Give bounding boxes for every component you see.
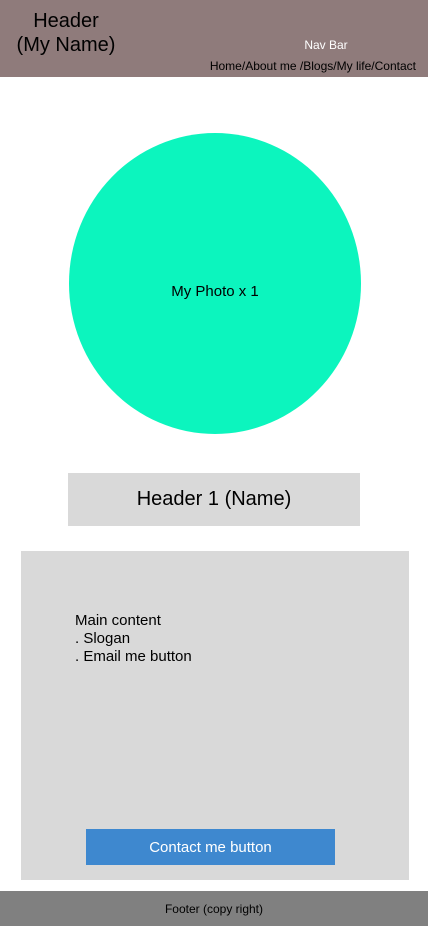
main-content-text: Main content . Slogan . Email me button [75,612,192,666]
profile-photo-label: My Photo x 1 [171,283,259,300]
nav-bar-caption: Nav Bar [304,38,348,52]
footer: Footer (copy right) [0,891,428,926]
main-content-line: . Slogan [75,630,131,647]
nav-bar: Home/About me /Blogs/My life/Contact [210,58,416,74]
header-title-line: Header [33,10,99,32]
header-bar: Header (My Name) Nav Bar Home/About me /… [0,0,428,77]
nav-link-my-life[interactable]: My life [337,59,372,73]
name-heading-box: Header 1 (Name) [68,473,360,526]
profile-photo-placeholder: My Photo x 1 [69,133,361,434]
footer-label: Footer (copy right) [164,901,264,916]
name-heading: Header 1 (Name) [136,488,292,510]
header-title: Header (My Name) [13,9,119,57]
header-title-line: (My Name) [16,34,116,56]
contact-me-button[interactable]: Contact me button [86,829,335,865]
nav-link-home[interactable]: Home [210,59,242,73]
main-content-line: Main content [75,612,161,629]
nav-link-about-me[interactable]: About me [245,59,300,73]
main-content-line: . Email me button [75,648,192,665]
nav-link-blogs[interactable]: Blogs [303,59,333,73]
main-content-panel: Main content . Slogan . Email me button … [21,551,409,880]
nav-link-contact[interactable]: Contact [375,59,416,73]
